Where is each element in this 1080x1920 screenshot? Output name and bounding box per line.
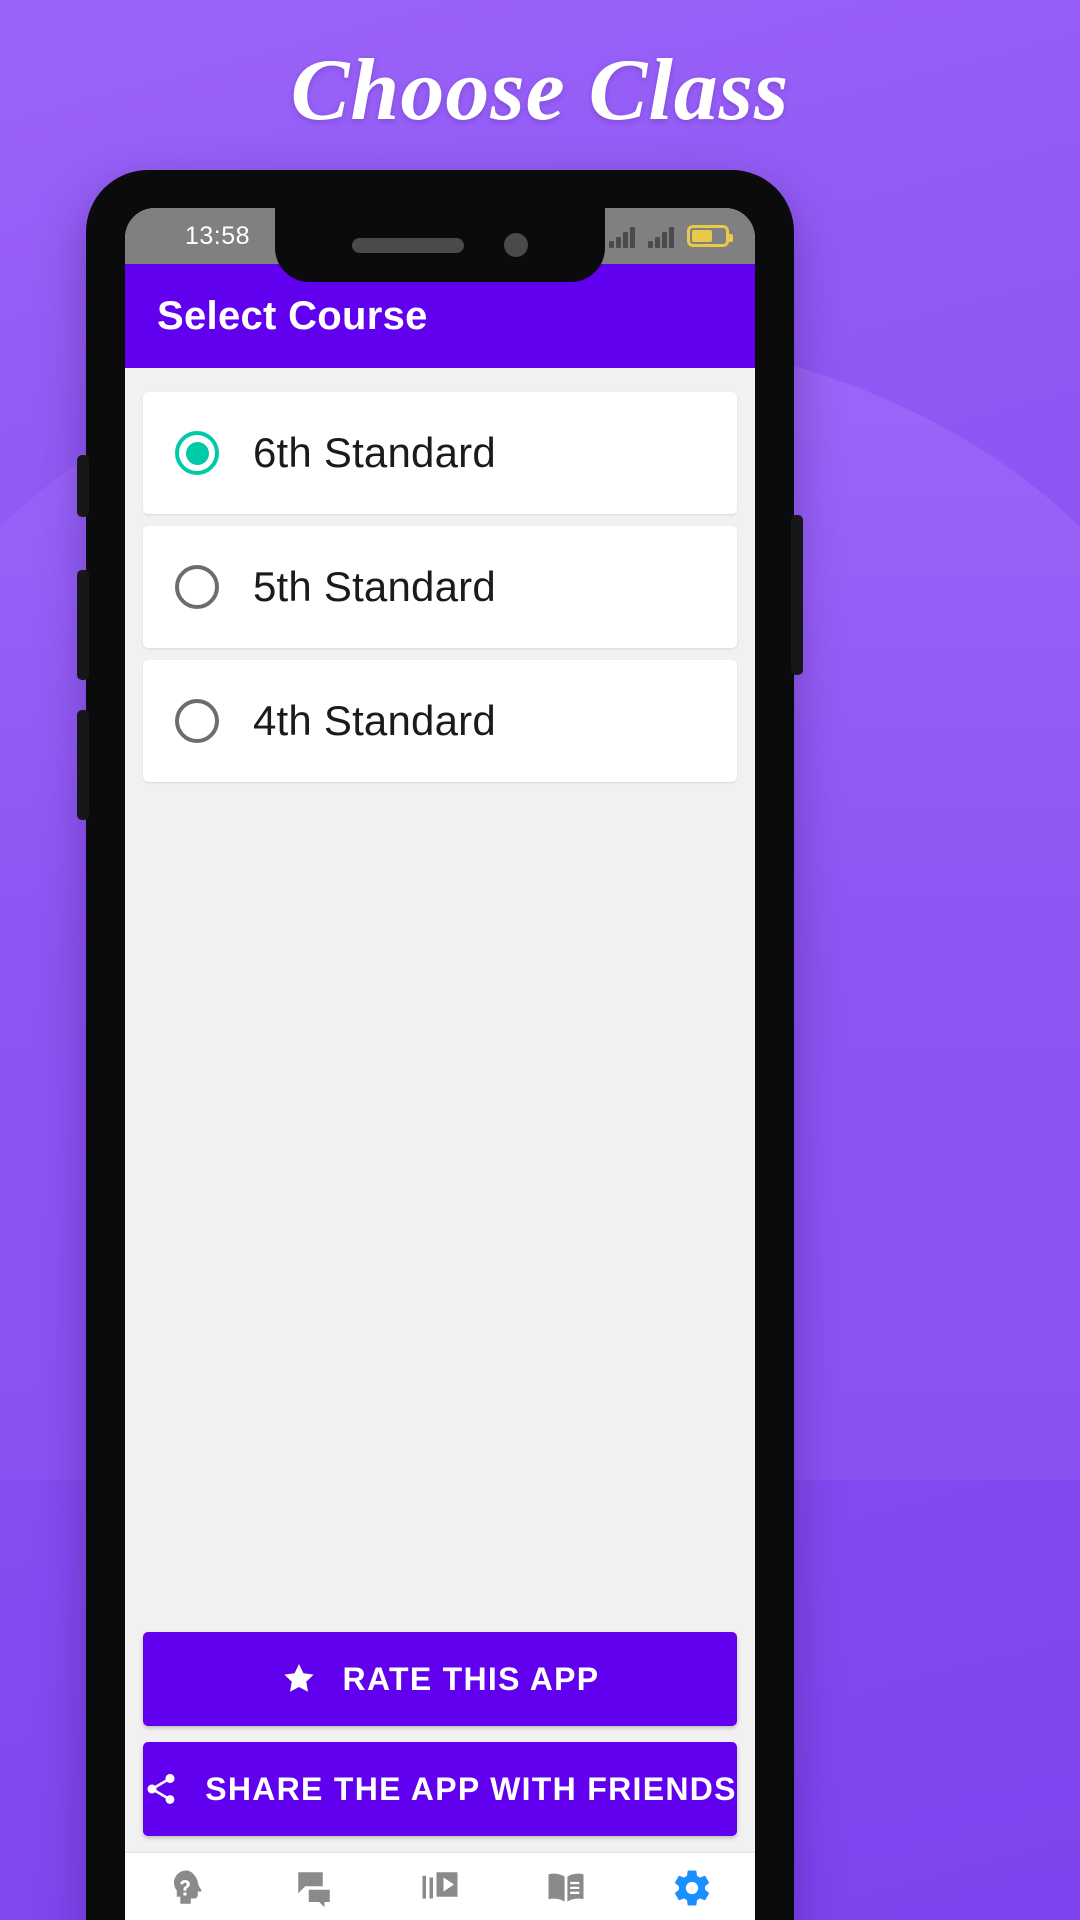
- course-option-label: 6th Standard: [253, 429, 496, 476]
- nav-item-quiz[interactable]: Quiz: [125, 1867, 251, 1920]
- open-book-icon: [548, 1873, 584, 1902]
- phone-side-button-power: [791, 515, 803, 675]
- nav-item-books[interactable]: Books: [503, 1867, 629, 1920]
- course-option-0[interactable]: 6th Standard: [143, 392, 737, 514]
- rate-this-app-button[interactable]: RATE THIS APP: [143, 1632, 737, 1726]
- phone-mockup: 13:58 Select Course 6th Standard 5th Sta…: [77, 170, 803, 1920]
- nav-item-answers[interactable]: Answers: [251, 1867, 377, 1920]
- radio-button[interactable]: [175, 565, 219, 609]
- page-title: Choose Class: [290, 42, 790, 139]
- app-bar-title: Select Course: [157, 293, 428, 338]
- battery-icon: [687, 225, 733, 247]
- phone-side-button-volup: [77, 570, 89, 680]
- phone-side-button-voldown: [77, 710, 89, 820]
- radio-button-selected[interactable]: [175, 431, 219, 475]
- share-app-label: SHARE THE APP WITH FRIENDS: [205, 1770, 737, 1807]
- bottom-navigation-bar: Quiz Answers Videos: [125, 1852, 755, 1920]
- video-library-icon: [422, 1872, 458, 1899]
- main-content: 6th Standard 5th Standard 4th Standard R…: [125, 368, 755, 1852]
- share-app-button[interactable]: SHARE THE APP WITH FRIENDS: [143, 1742, 737, 1836]
- phone-screen: 13:58 Select Course 6th Standard 5th Sta…: [125, 208, 755, 1920]
- signal-bars-icon: [609, 224, 635, 248]
- gear-icon: [674, 1870, 710, 1906]
- front-camera-icon: [504, 233, 528, 257]
- course-option-label: 5th Standard: [253, 563, 496, 610]
- course-option-label: 4th Standard: [253, 697, 496, 744]
- rate-this-app-label: RATE THIS APP: [342, 1660, 600, 1697]
- share-icon: [147, 1774, 175, 1804]
- quiz-head-question-icon: [174, 1870, 202, 1904]
- phone-side-button-mute: [77, 455, 89, 517]
- signal-bars-icon-2: [648, 224, 674, 248]
- radio-button[interactable]: [175, 699, 219, 743]
- status-bar-icons: [609, 224, 733, 248]
- nav-item-settings[interactable]: Settings: [629, 1867, 755, 1920]
- chat-bubbles-icon: [298, 1872, 330, 1908]
- star-icon: [283, 1664, 314, 1692]
- nav-item-videos[interactable]: Videos: [377, 1867, 503, 1920]
- course-option-2[interactable]: 4th Standard: [143, 660, 737, 782]
- phone-notch: [275, 208, 605, 282]
- course-option-1[interactable]: 5th Standard: [143, 526, 737, 648]
- earpiece-speaker-icon: [352, 237, 464, 253]
- status-bar-clock: 13:58: [185, 221, 251, 250]
